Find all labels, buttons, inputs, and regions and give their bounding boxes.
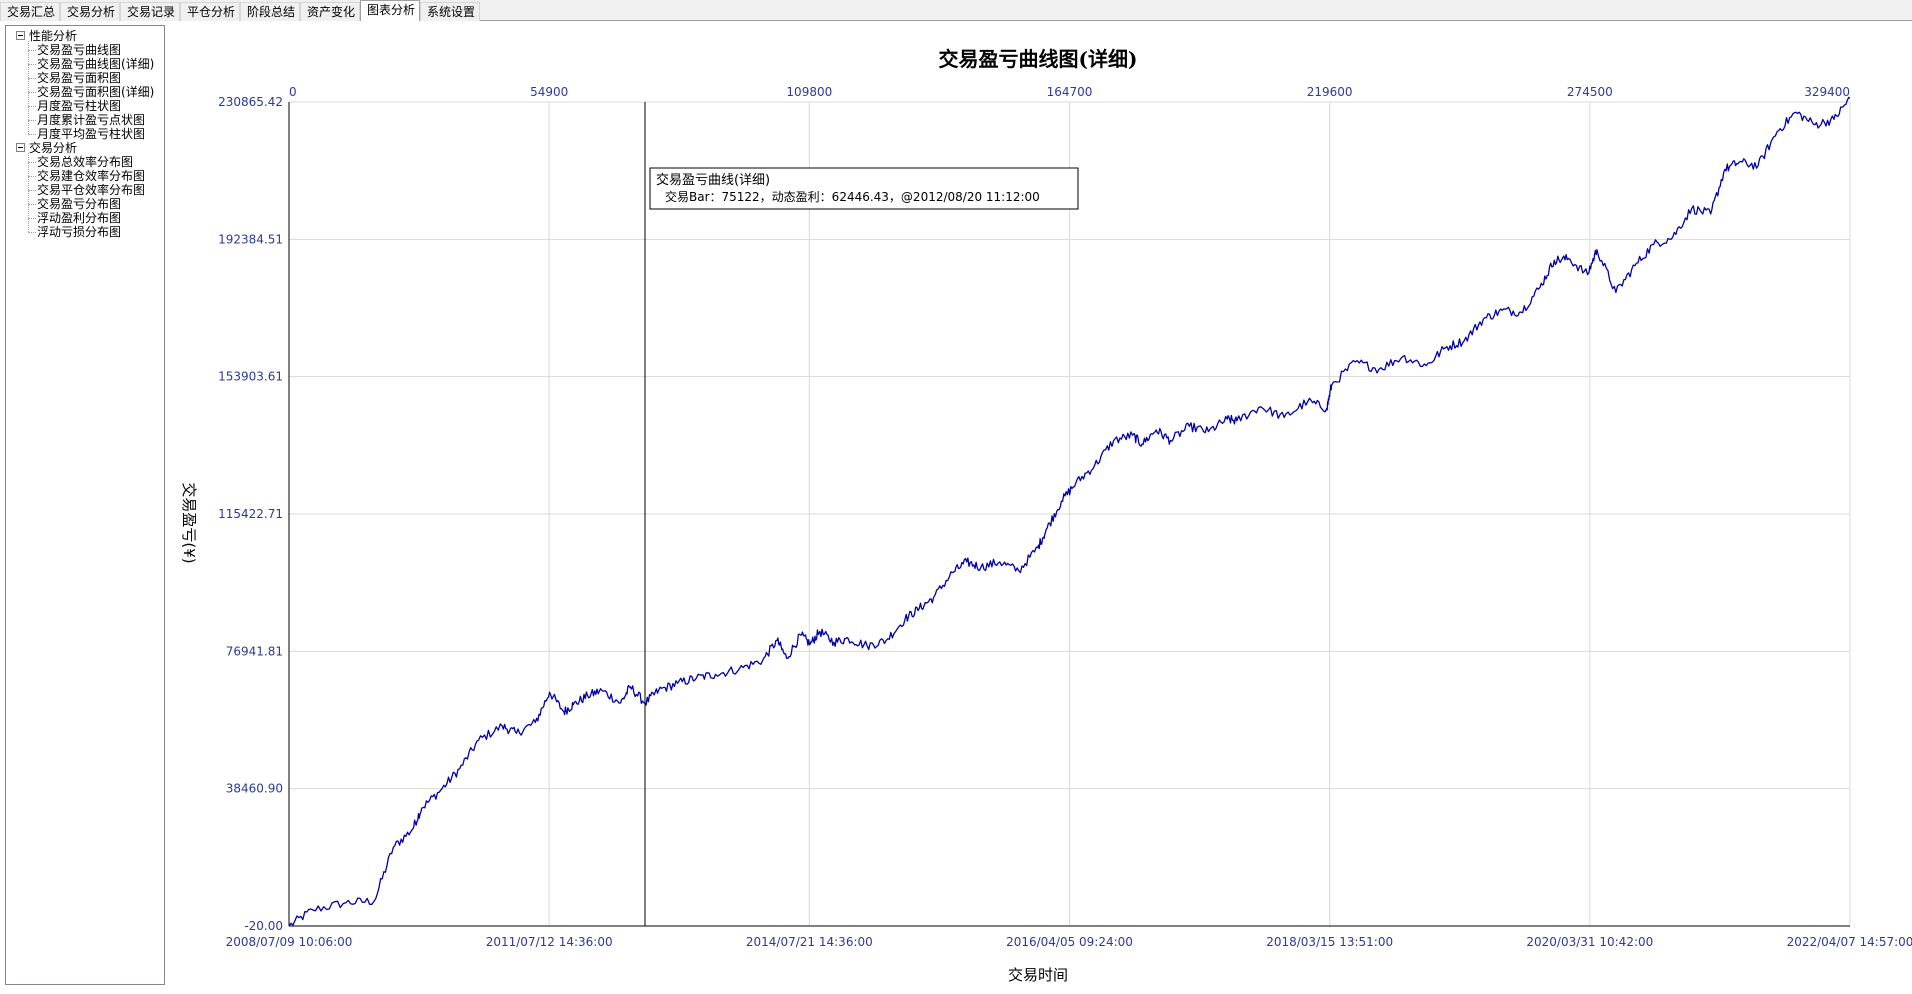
tree-item[interactable]: 交易盈亏面积图 [37, 71, 121, 85]
y-tick-label: 115422.71 [218, 507, 283, 521]
tree-item[interactable]: 交易建仓效率分布图 [37, 169, 145, 183]
tree-connector [28, 153, 29, 232]
x-top-tick-label: 54900 [530, 85, 568, 99]
tree-connector [28, 50, 36, 51]
tree-connector [28, 120, 36, 121]
x-bottom-tick-label: 2008/07/09 10:06:00 [226, 935, 353, 949]
collapse-icon[interactable] [16, 143, 25, 152]
tree-connector [28, 78, 36, 79]
tree-connector [28, 64, 36, 65]
chart-tree-panel: 性能分析 交易盈亏曲线图 交易盈亏曲线图(详细) 交易盈亏面积图 交易盈亏面积图(详细)… [5, 25, 165, 985]
tree-connector [28, 176, 36, 177]
x-bottom-tick-label: 2011/07/12 14:36:00 [486, 935, 613, 949]
tree-item[interactable]: 交易盈亏面积图(详细) [37, 85, 154, 99]
x-bottom-tick-label: 2014/07/21 14:36:00 [746, 935, 873, 949]
tree-item[interactable]: 月度累计盈亏点状图 [37, 113, 145, 127]
y-tick-label: 153903.61 [218, 370, 283, 384]
tree-group-label: 性能分析 [29, 29, 78, 43]
tree-connector [28, 134, 36, 135]
tab-7[interactable]: 图表分析 [360, 0, 420, 21]
tooltip-title: 交易盈亏曲线(详细) [656, 172, 770, 188]
tab-8[interactable]: 系统设置 [420, 2, 480, 21]
tab-6[interactable]: 资产变化 [300, 2, 360, 21]
x-top-tick-label: 274500 [1567, 85, 1613, 99]
tab-5[interactable]: 阶段总结 [240, 2, 300, 21]
tab-4[interactable]: 平仓分析 [180, 2, 240, 21]
tree-item[interactable]: 月度盈亏柱状图 [37, 99, 121, 113]
x-bottom-tick-label: 2018/03/15 13:51:00 [1266, 935, 1393, 949]
tree-item[interactable]: 交易盈亏曲线图 [37, 43, 121, 57]
y-tick-label: 230865.42 [218, 95, 283, 109]
tab-bar: 交易汇总 交易分析 交易记录 平仓分析 阶段总结 资产变化 图表分析 系统设置 [0, 0, 1912, 21]
tree-connector [28, 218, 36, 219]
tree-item[interactable]: 月度平均盈亏柱状图 [37, 127, 145, 141]
tree-item[interactable]: 交易平仓效率分布图 [37, 183, 145, 197]
x-bottom-tick-label: 2020/03/31 10:42:00 [1526, 935, 1653, 949]
tab-3[interactable]: 交易记录 [120, 2, 180, 21]
tree-item[interactable]: 浮动亏损分布图 [37, 225, 121, 239]
tree-group-2[interactable]: 交易分析 [16, 141, 78, 155]
collapse-icon[interactable] [16, 31, 25, 40]
x-top-tick-label: 164700 [1047, 85, 1093, 99]
chart-title: 交易盈亏曲线图(详细) [939, 47, 1138, 71]
x-top-tick-label: 329400 [1804, 85, 1850, 99]
tree-group-label: 交易分析 [29, 141, 78, 155]
tree-group-1[interactable]: 性能分析 [16, 29, 78, 43]
x-top-tick-label: 219600 [1307, 85, 1353, 99]
y-tick-label: 76941.81 [226, 644, 283, 658]
tab-2[interactable]: 交易分析 [60, 2, 120, 21]
y-tick-label: 192384.51 [218, 232, 283, 246]
x-bottom-tick-label: 2016/04/05 09:24:00 [1006, 935, 1133, 949]
tree-item[interactable]: 浮动盈利分布图 [37, 211, 121, 225]
y-axis-label: 交易盈亏(¥) [180, 482, 198, 563]
tree-connector [28, 232, 36, 233]
tooltip-text: 交易Bar：75122，动态盈利：62446.43，@2012/08/20 11… [665, 189, 1040, 204]
x-axis-label: 交易时间 [1008, 966, 1068, 984]
tree-connector [28, 41, 29, 134]
tree-connector [28, 106, 36, 107]
x-bottom-tick-label: 2022/04/07 14:57:00 [1787, 935, 1912, 949]
tree-connector [28, 162, 36, 163]
tree-connector [28, 190, 36, 191]
tree-item[interactable]: 交易总效率分布图 [37, 155, 133, 169]
tree-connector [28, 204, 36, 205]
tree-item[interactable]: 交易盈亏曲线图(详细) [37, 57, 154, 71]
tree-item[interactable]: 交易盈亏分布图 [37, 197, 121, 211]
tree-connector [28, 92, 36, 93]
x-top-tick-label: 0 [289, 85, 297, 99]
y-tick-label: -20.00 [244, 919, 283, 933]
y-tick-label: 38460.90 [226, 782, 283, 796]
chart-area: 交易盈亏曲线图(详细) -20.00 38460.90 76941.81 115422… [180, 47, 1912, 984]
x-top-tick-label: 109800 [786, 85, 832, 99]
tab-1[interactable]: 交易汇总 [0, 2, 60, 21]
